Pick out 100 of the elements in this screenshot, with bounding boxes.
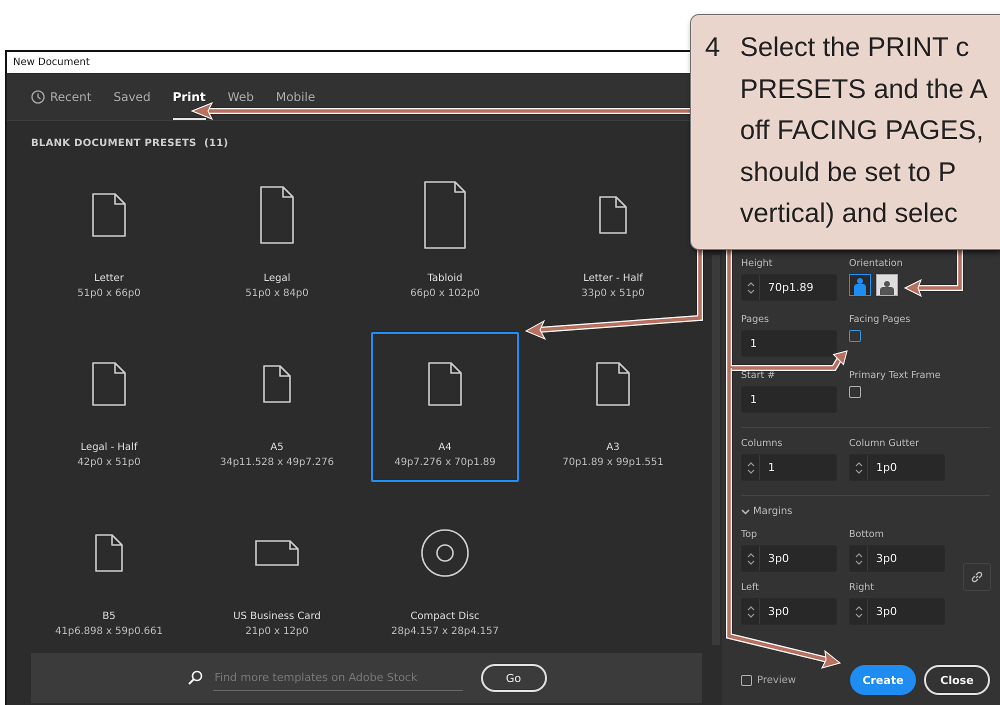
number-field[interactable]: 1	[741, 386, 837, 413]
preset-size: 51p0 x 84p0	[245, 288, 309, 299]
number-field[interactable]: 3p0	[849, 598, 945, 625]
preset-size: 51p0 x 66p0	[77, 288, 141, 299]
field-label: Column Gutter	[849, 438, 920, 449]
number-input[interactable]: 1p0	[876, 461, 936, 474]
instruction-text: Select the PRINT c PRESETS and the A off FACING PAGES, should be set to P vertical) and selec	[740, 31, 988, 230]
field-label: Height	[741, 258, 774, 269]
preset-name: Letter	[94, 273, 124, 284]
margins-expander[interactable]: Margins	[741, 506, 1000, 517]
number-input[interactable]: 70p1.89	[768, 281, 828, 294]
preset-tile[interactable]: Letter - Half 33p0 x 51p0	[539, 163, 687, 313]
preset-tile[interactable]: Letter 51p0 x 66p0	[35, 163, 183, 313]
number-field[interactable]: 70p1.89	[741, 274, 837, 301]
preset-tile[interactable]: Compact Disc 28p4.157 x 28p4.157	[371, 501, 519, 651]
tab[interactable]: Saved	[113, 73, 151, 120]
document-icon	[427, 361, 463, 407]
preset-name: A5	[270, 442, 284, 453]
person-icon	[879, 280, 895, 295]
field-label: Top	[741, 529, 758, 540]
person-icon	[854, 277, 866, 295]
section-heading: BLANK DOCUMENT PRESETS (11)	[31, 138, 230, 149]
preset-name: A4	[438, 442, 452, 453]
disc-icon	[420, 528, 470, 578]
preset-size: 41p6.898 x 59p0.661	[55, 626, 163, 637]
step-number: 4	[705, 31, 720, 64]
preset-size: 49p7.276 x 70p1.89	[394, 457, 496, 468]
number-input[interactable]: 3p0	[876, 552, 936, 565]
field-label: Orientation	[849, 258, 904, 269]
preset-tile[interactable]: Legal - Half 42p0 x 51p0	[35, 332, 183, 482]
preset-tile[interactable]: US Business Card 21p0 x 12p0	[203, 501, 351, 651]
number-field[interactable]: 3p0	[741, 598, 837, 625]
preset-tile[interactable]: Legal 51p0 x 84p0	[203, 163, 351, 313]
preset-size: 28p4.157 x 28p4.157	[391, 626, 499, 637]
number-field[interactable]: 1	[741, 330, 837, 357]
preset-size: 70p1.89 x 99p1.551	[562, 457, 664, 468]
number-input[interactable]: 1	[750, 337, 810, 350]
preset-tile[interactable]: A3 70p1.89 x 99p1.551	[539, 332, 687, 482]
number-input[interactable]: 3p0	[768, 552, 828, 565]
field-label: Pages	[741, 314, 770, 325]
field-label: Facing Pages	[849, 314, 912, 325]
preset-tile[interactable]: A5 34p11.528 x 49p7.276	[203, 332, 351, 482]
preset-size: 34p11.528 x 49p7.276	[220, 457, 334, 468]
preset-name: Letter - Half	[583, 273, 643, 284]
field-label: Columns	[741, 438, 784, 449]
document-icon	[91, 192, 127, 238]
preset-name: Legal - Half	[80, 442, 138, 453]
number-input[interactable]: 3p0	[768, 605, 828, 618]
annotation-arrow	[904, 250, 963, 298]
checkbox[interactable]	[849, 386, 861, 398]
preset-name: A3	[606, 442, 620, 453]
document-icon	[262, 364, 292, 404]
card-icon	[254, 539, 300, 567]
preset-tile[interactable]: B5 41p6.898 x 59p0.661	[35, 501, 183, 651]
document-icon	[595, 361, 631, 407]
window-title: New Document	[13, 57, 90, 68]
document-icon	[423, 180, 467, 250]
document-icon	[259, 185, 295, 245]
document-icon	[94, 533, 124, 573]
preset-size: 66p0 x 102p0	[410, 288, 480, 299]
preset-size: 33p0 x 51p0	[581, 288, 645, 299]
checkbox[interactable]	[849, 330, 861, 342]
go-button[interactable]: Go	[480, 664, 546, 692]
preset-size: 42p0 x 51p0	[77, 457, 141, 468]
search-field[interactable]: Find more templates on Adobe Stock	[212, 665, 462, 691]
number-input[interactable]: 1	[768, 461, 828, 474]
preset-name: Legal	[264, 273, 290, 284]
number-field[interactable]: 3p0	[849, 545, 945, 572]
chevron-icon	[741, 507, 750, 516]
link-icon	[970, 570, 984, 584]
link-button[interactable]	[963, 563, 991, 591]
preset-name: B5	[102, 611, 116, 622]
field-label: Left	[741, 582, 760, 593]
close-button[interactable]: Close	[924, 665, 990, 695]
preset-tile[interactable]: Tabloid 66p0 x 102p0	[371, 163, 519, 313]
field-label: Start #	[741, 370, 776, 381]
preset-size: 21p0 x 12p0	[245, 626, 309, 637]
field-label: Primary Text Frame	[849, 370, 942, 381]
orientation-button[interactable]	[876, 274, 898, 296]
tab[interactable]: Web	[228, 73, 254, 120]
number-field[interactable]: 1	[741, 454, 837, 481]
document-icon	[91, 361, 127, 407]
tab[interactable]: Mobile	[276, 73, 316, 120]
field-label: Right	[849, 582, 876, 593]
number-field[interactable]: 1p0	[849, 454, 945, 481]
field-label: Bottom	[849, 529, 885, 540]
preset-name: Compact Disc	[410, 611, 480, 622]
number-field[interactable]: 3p0	[741, 545, 837, 572]
tab[interactable]: Recent	[31, 73, 92, 120]
preview-checkbox[interactable]: Preview	[741, 674, 796, 686]
scrollbar[interactable]	[712, 255, 720, 645]
number-input[interactable]: 3p0	[876, 605, 936, 618]
preset-name: Tabloid	[428, 273, 462, 284]
preset-name: US Business Card	[233, 611, 321, 622]
orientation-button[interactable]	[849, 274, 871, 296]
number-input[interactable]: 1	[750, 393, 810, 406]
preset-tile[interactable]: A4 49p7.276 x 70p1.89	[371, 332, 519, 482]
clock-icon	[31, 90, 45, 104]
document-icon	[598, 195, 628, 235]
search-icon	[186, 670, 202, 686]
